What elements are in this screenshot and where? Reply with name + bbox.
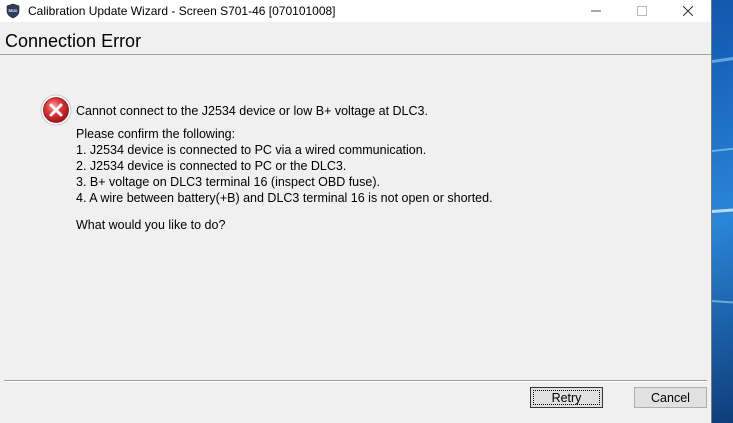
page-header: Connection Error <box>0 29 711 55</box>
wizard-window: CTWEB Calibration Update Wizard - Screen… <box>0 0 712 423</box>
checklist-item: 4. A wire between battery(+B) and DLC3 t… <box>76 191 493 205</box>
page-title: Connection Error <box>5 31 142 51</box>
title-bar[interactable]: CTWEB Calibration Update Wizard - Screen… <box>0 0 711 22</box>
footer-divider <box>4 380 707 382</box>
error-icon <box>40 94 72 126</box>
minimize-icon <box>591 10 601 12</box>
window-title: Calibration Update Wizard - Screen S701-… <box>28 4 336 18</box>
ctweb-shield-icon: CTWEB <box>6 3 20 19</box>
minimize-button[interactable] <box>573 0 619 22</box>
checklist-item: 1. J2534 device is connected to PC via a… <box>76 143 427 157</box>
cancel-button[interactable]: Cancel <box>634 387 707 408</box>
desktop-strip <box>712 0 733 423</box>
svg-text:CTWEB: CTWEB <box>8 8 18 12</box>
retry-button[interactable]: Retry <box>530 387 603 408</box>
checklist-item: 2. J2534 device is connected to PC or th… <box>76 159 347 173</box>
error-headline: Cannot connect to the J2534 device or lo… <box>76 104 428 118</box>
question-text: What would you like to do? <box>76 218 226 232</box>
confirm-intro: Please confirm the following: <box>76 127 236 141</box>
close-button[interactable] <box>665 0 711 22</box>
maximize-icon <box>637 6 647 16</box>
maximize-button[interactable] <box>619 0 665 22</box>
close-icon <box>683 6 693 16</box>
checklist-item: 3. B+ voltage on DLC3 terminal 16 (inspe… <box>76 175 380 189</box>
